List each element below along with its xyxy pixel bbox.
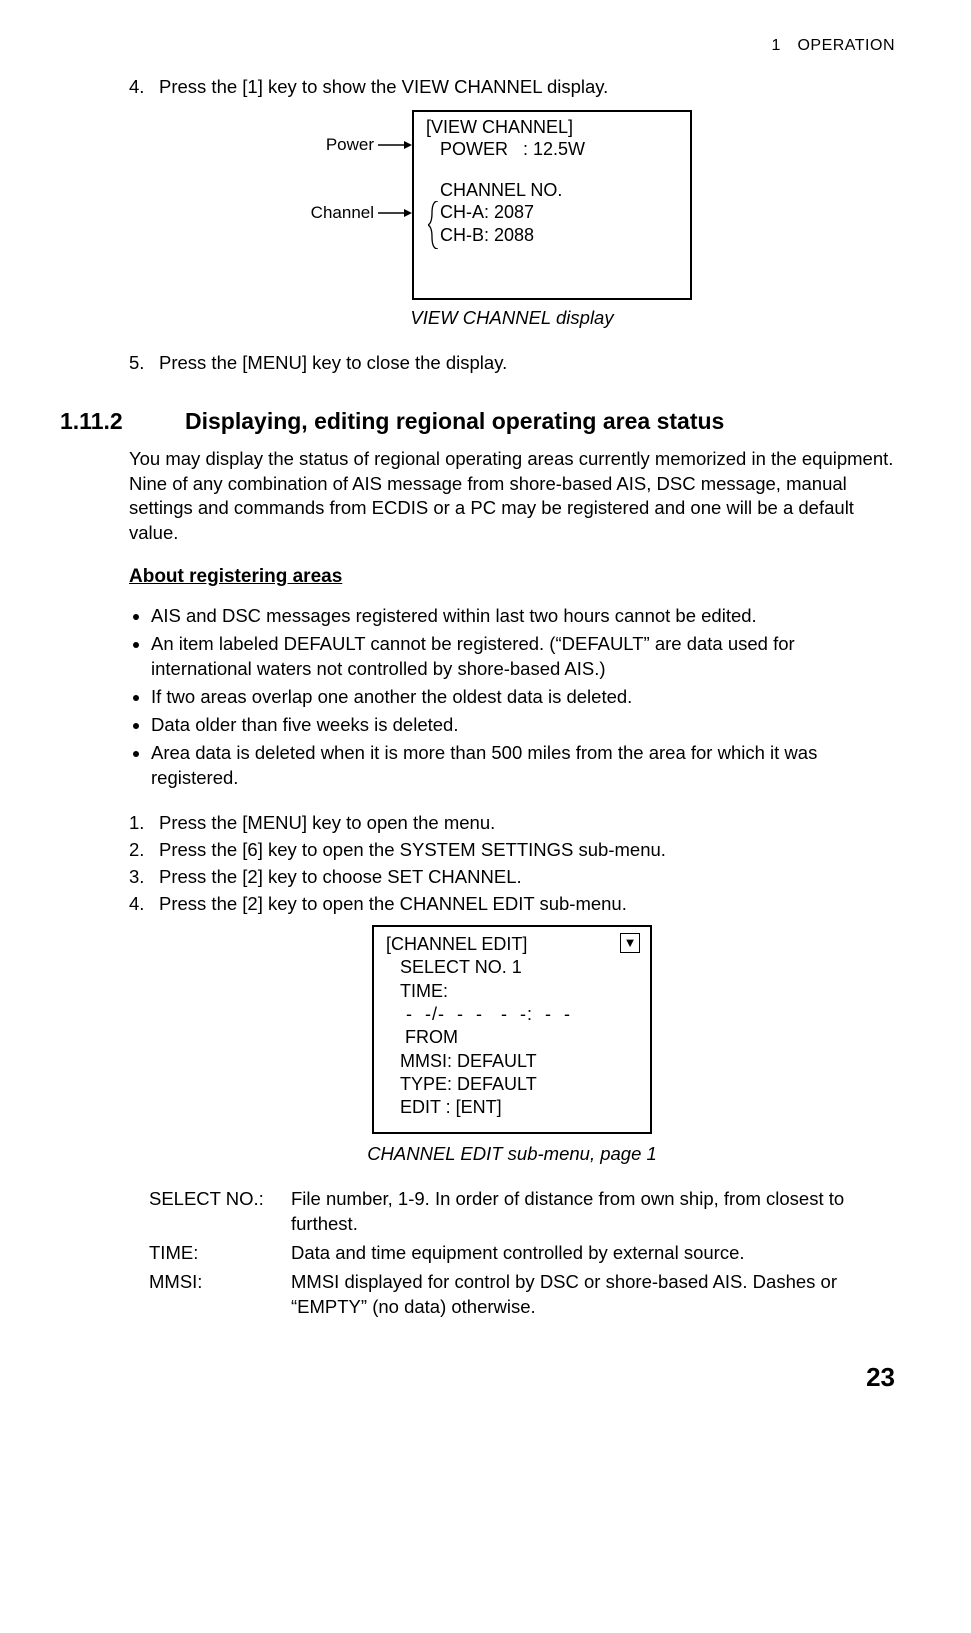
- arrow-icon: [378, 208, 412, 218]
- ce-time-value: - -/- - - - -: - -: [400, 1003, 640, 1026]
- callout-channel: Channel: [311, 202, 374, 225]
- figure-caption-2: CHANNEL EDIT sub-menu, page 1: [129, 1142, 895, 1167]
- vc-channel-head: CHANNEL NO.: [426, 179, 682, 202]
- definitions: SELECT NO.: File number, 1-9. In order o…: [149, 1187, 895, 1320]
- def-text: MMSI displayed for control by DSC or sho…: [291, 1270, 895, 1320]
- page-number: 23: [60, 1360, 895, 1395]
- step-num: 1.: [129, 811, 159, 836]
- ce-type: TYPE: DEFAULT: [400, 1073, 640, 1096]
- def-term: SELECT NO.:: [149, 1187, 291, 1237]
- ce-time-label: TIME:: [400, 980, 640, 1003]
- def-term: TIME:: [149, 1241, 291, 1266]
- arrow-icon: [378, 140, 412, 150]
- ce-edit: EDIT : [ENT]: [400, 1096, 640, 1119]
- vc-title: [VIEW CHANNEL]: [426, 116, 682, 139]
- ce-select: SELECT NO. 1: [400, 956, 640, 979]
- callout-power: Power: [326, 134, 374, 157]
- ce-title: [CHANNEL EDIT]: [386, 933, 640, 956]
- section-title: Displaying, editing regional operating a…: [185, 406, 724, 437]
- step-4b: 4. Press the [2] key to open the CHANNEL…: [129, 892, 895, 917]
- def-row: TIME: Data and time equipment controlled…: [149, 1241, 895, 1266]
- section-heading: 1.11.2 Displaying, editing regional oper…: [60, 406, 895, 437]
- subheading: About registering areas: [129, 564, 895, 590]
- step-text: Press the [MENU] key to close the displa…: [159, 351, 507, 376]
- list-item: An item labeled DEFAULT cannot be regist…: [151, 632, 895, 682]
- list-item: Data older than five weeks is deleted.: [151, 713, 895, 738]
- section-number: 1.11.2: [60, 406, 185, 437]
- brace-icon: [428, 201, 440, 249]
- figure-caption-1: VIEW CHANNEL display: [129, 306, 895, 331]
- step-2: 2. Press the [6] key to open the SYSTEM …: [129, 838, 895, 863]
- ce-from: FROM: [400, 1026, 640, 1049]
- def-row: SELECT NO.: File number, 1-9. In order o…: [149, 1187, 895, 1237]
- step-5: 5. Press the [MENU] key to close the dis…: [129, 351, 895, 376]
- def-text: Data and time equipment controlled by ex…: [291, 1241, 895, 1266]
- step-text: Press the [6] key to open the SYSTEM SET…: [159, 838, 666, 863]
- def-term: MMSI:: [149, 1270, 291, 1320]
- def-row: MMSI: MMSI displayed for control by DSC …: [149, 1270, 895, 1320]
- running-header: 1 OPERATION: [60, 35, 895, 57]
- rules-list: AIS and DSC messages registered within l…: [129, 604, 895, 791]
- list-item: Area data is deleted when it is more tha…: [151, 741, 895, 791]
- vc-ch-b: CH-B: 2088: [440, 224, 682, 247]
- ce-mmsi: MMSI: DEFAULT: [400, 1050, 640, 1073]
- view-channel-box: [VIEW CHANNEL] POWER : 12.5W CHANNEL NO.…: [412, 110, 692, 300]
- intro-paragraph: You may display the status of regional o…: [129, 447, 895, 547]
- channel-edit-box: ▼ [CHANNEL EDIT] SELECT NO. 1 TIME: - -/…: [372, 925, 652, 1134]
- step-text: Press the [2] key to open the CHANNEL ED…: [159, 892, 627, 917]
- step-num: 4.: [129, 892, 159, 917]
- step-4: 4. Press the [1] key to show the VIEW CH…: [129, 75, 895, 100]
- list-item: AIS and DSC messages registered within l…: [151, 604, 895, 629]
- step-num: 4.: [129, 75, 159, 100]
- view-channel-figure: Power Channel [VIEW CHANNEL] POWER : 12.…: [129, 110, 895, 300]
- vc-ch-a: CH-A: 2087: [440, 201, 682, 224]
- step-num: 2.: [129, 838, 159, 863]
- step-text: Press the [2] key to choose SET CHANNEL.: [159, 865, 522, 890]
- chevron-down-icon: ▼: [620, 933, 640, 953]
- step-text: Press the [1] key to show the VIEW CHANN…: [159, 75, 608, 100]
- def-text: File number, 1-9. In order of distance f…: [291, 1187, 895, 1237]
- step-3: 3. Press the [2] key to choose SET CHANN…: [129, 865, 895, 890]
- step-num: 5.: [129, 351, 159, 376]
- step-1: 1. Press the [MENU] key to open the menu…: [129, 811, 895, 836]
- step-num: 3.: [129, 865, 159, 890]
- step-text: Press the [MENU] key to open the menu.: [159, 811, 495, 836]
- list-item: If two areas overlap one another the old…: [151, 685, 895, 710]
- vc-power: POWER : 12.5W: [426, 138, 682, 161]
